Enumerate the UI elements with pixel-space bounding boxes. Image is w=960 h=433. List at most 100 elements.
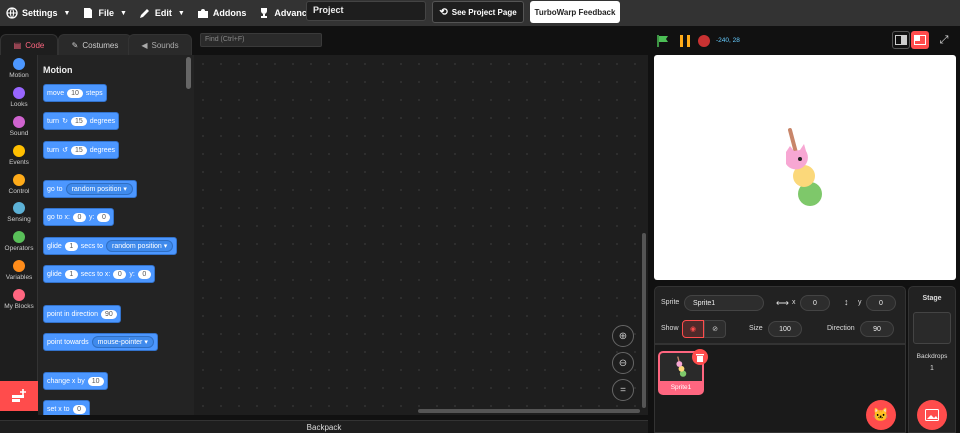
zoom-in-icon: ⊕ — [618, 330, 628, 342]
block-input[interactable]: 0 — [137, 269, 151, 279]
zoom-reset-button[interactable]: = — [612, 379, 634, 401]
block-set-x[interactable]: set x to 0 — [43, 400, 90, 415]
stop-icon[interactable] — [698, 35, 710, 47]
category-label: Control — [8, 188, 30, 195]
category-events[interactable]: Events — [0, 145, 38, 166]
category-my-blocks[interactable]: My Blocks — [0, 289, 38, 310]
block-input[interactable]: 90 — [100, 309, 117, 319]
block-input[interactable]: 15 — [70, 116, 87, 126]
block-text: set x to — [47, 405, 70, 413]
looks-dot-icon — [13, 87, 25, 99]
zoom-out-button[interactable]: ⊖ — [612, 352, 634, 374]
add-extension-button[interactable] — [0, 381, 38, 411]
delete-sprite-button[interactable] — [692, 349, 708, 365]
category-label: My Blocks — [4, 303, 34, 310]
stage-canvas[interactable] — [654, 55, 956, 280]
direction-input[interactable]: 90 — [860, 321, 894, 337]
edit-label: Edit — [154, 8, 172, 18]
tab-costumes[interactable]: ✎ Costumes — [58, 34, 132, 56]
block-text: point in direction — [47, 310, 98, 318]
block-input[interactable]: 0 — [113, 269, 127, 279]
block-text: point towards — [47, 338, 89, 346]
block-text: go to — [47, 185, 63, 193]
category-operators[interactable]: Operators — [0, 231, 38, 252]
category-variables[interactable]: Variables — [0, 260, 38, 281]
sprite-dango-image — [786, 128, 822, 206]
category-motion[interactable]: Motion — [0, 58, 38, 79]
zoom-in-button[interactable]: ⊕ — [612, 325, 634, 347]
block-input[interactable]: 0 — [72, 212, 86, 222]
code-icon: ▤ — [13, 41, 22, 50]
small-stage-button[interactable] — [892, 31, 910, 49]
block-input[interactable]: 0 — [97, 212, 111, 222]
block-glide-xy[interactable]: glide 1 secs to x: 0 y: 0 — [43, 265, 155, 283]
block-glide-to[interactable]: glide 1 secs to random position ▾ — [43, 237, 178, 255]
block-dropdown[interactable]: random position ▾ — [105, 240, 174, 252]
edit-menu[interactable]: Edit ▼ — [133, 0, 191, 26]
backpack-bar[interactable]: Backpack — [0, 420, 648, 433]
block-dropdown[interactable]: mouse-pointer ▾ — [91, 336, 154, 348]
block-input[interactable]: 15 — [70, 145, 87, 155]
addons-menu[interactable]: Addons — [191, 0, 253, 26]
x-input[interactable]: 0 — [800, 295, 830, 311]
block-input[interactable]: 1 — [64, 269, 78, 279]
palette-scrollbar[interactable] — [186, 57, 191, 89]
category-label: Sound — [9, 130, 29, 137]
block-dropdown[interactable]: random position ▾ — [65, 183, 133, 195]
addons-label: Addons — [212, 8, 247, 18]
show-visible-button[interactable]: ◉ — [682, 320, 704, 338]
category-sound[interactable]: Sound — [0, 116, 38, 137]
block-point-towards[interactable]: point towards mouse-pointer ▾ — [43, 333, 158, 351]
sprite-name-input[interactable]: Sprite1 — [684, 295, 764, 311]
pause-icon[interactable] — [678, 34, 692, 48]
block-input[interactable]: 10 — [87, 376, 104, 386]
my-blocks-dot-icon — [13, 289, 25, 301]
code-workspace[interactable] — [194, 55, 648, 415]
block-text: move — [47, 89, 65, 97]
sprite-thumbnail-image — [676, 356, 687, 377]
see-project-page-button[interactable]: ⟲ See Project Page — [432, 1, 524, 23]
caret-down-icon: ▼ — [63, 9, 71, 17]
tab-code[interactable]: ▤ Code — [0, 34, 58, 56]
trophy-icon — [261, 8, 268, 18]
size-input[interactable]: 100 — [768, 321, 802, 337]
block-change-x[interactable]: change x by 10 — [43, 372, 108, 390]
category-label: Motion — [9, 72, 29, 79]
block-input[interactable]: 1 — [64, 241, 78, 251]
category-control[interactable]: Control — [0, 174, 38, 195]
show-hidden-button[interactable]: ⊘ — [704, 320, 726, 338]
block-point-in-direction[interactable]: point in direction 90 — [43, 305, 121, 323]
file-menu[interactable]: File ▼ — [76, 0, 132, 26]
settings-menu[interactable]: Settings ▼ — [0, 0, 76, 26]
category-sensing[interactable]: Sensing — [0, 202, 38, 223]
project-title-input[interactable]: Project — [306, 1, 426, 21]
block-input[interactable]: 0 — [72, 404, 86, 414]
add-backdrop-button[interactable] — [917, 400, 947, 430]
eye-icon: ◉ — [689, 326, 697, 333]
block-go-to[interactable]: go to random position ▾ — [43, 180, 137, 198]
category-looks[interactable]: Looks — [0, 87, 38, 108]
x-label: x — [792, 299, 796, 306]
workspace-vertical-scrollbar[interactable] — [642, 233, 646, 408]
feedback-button[interactable]: TurboWarp Feedback — [530, 1, 620, 23]
block-input[interactable]: 10 — [67, 88, 83, 98]
block-text: degrees — [89, 146, 116, 154]
fullscreen-button[interactable]: ⤢ — [935, 31, 953, 49]
green-flag-icon[interactable] — [656, 34, 670, 48]
add-sprite-button[interactable]: 🐱 — [866, 400, 896, 430]
normal-stage-button[interactable] — [911, 31, 929, 49]
find-input[interactable]: Find (Ctrl+F) — [200, 33, 322, 47]
stage-backdrop-thumbnail[interactable] — [913, 312, 951, 344]
block-move-steps[interactable]: move 10 steps — [43, 84, 107, 102]
sensing-dot-icon — [13, 202, 25, 214]
block-text: secs to x: — [80, 270, 111, 278]
tab-sounds[interactable]: ◀ Sounds — [128, 34, 192, 56]
category-label: Looks — [10, 101, 28, 108]
y-input[interactable]: 0 — [866, 295, 896, 311]
workspace-horizontal-scrollbar[interactable] — [418, 409, 640, 413]
block-go-to-xy[interactable]: go to x: 0 y: 0 — [43, 208, 115, 226]
eye-slash-icon: ⊘ — [712, 326, 718, 333]
block-turn-left[interactable]: turn ↺ 15 degrees — [43, 141, 120, 159]
size-label: Size — [749, 325, 763, 332]
block-turn-right[interactable]: turn ↻ 15 degrees — [43, 112, 120, 130]
